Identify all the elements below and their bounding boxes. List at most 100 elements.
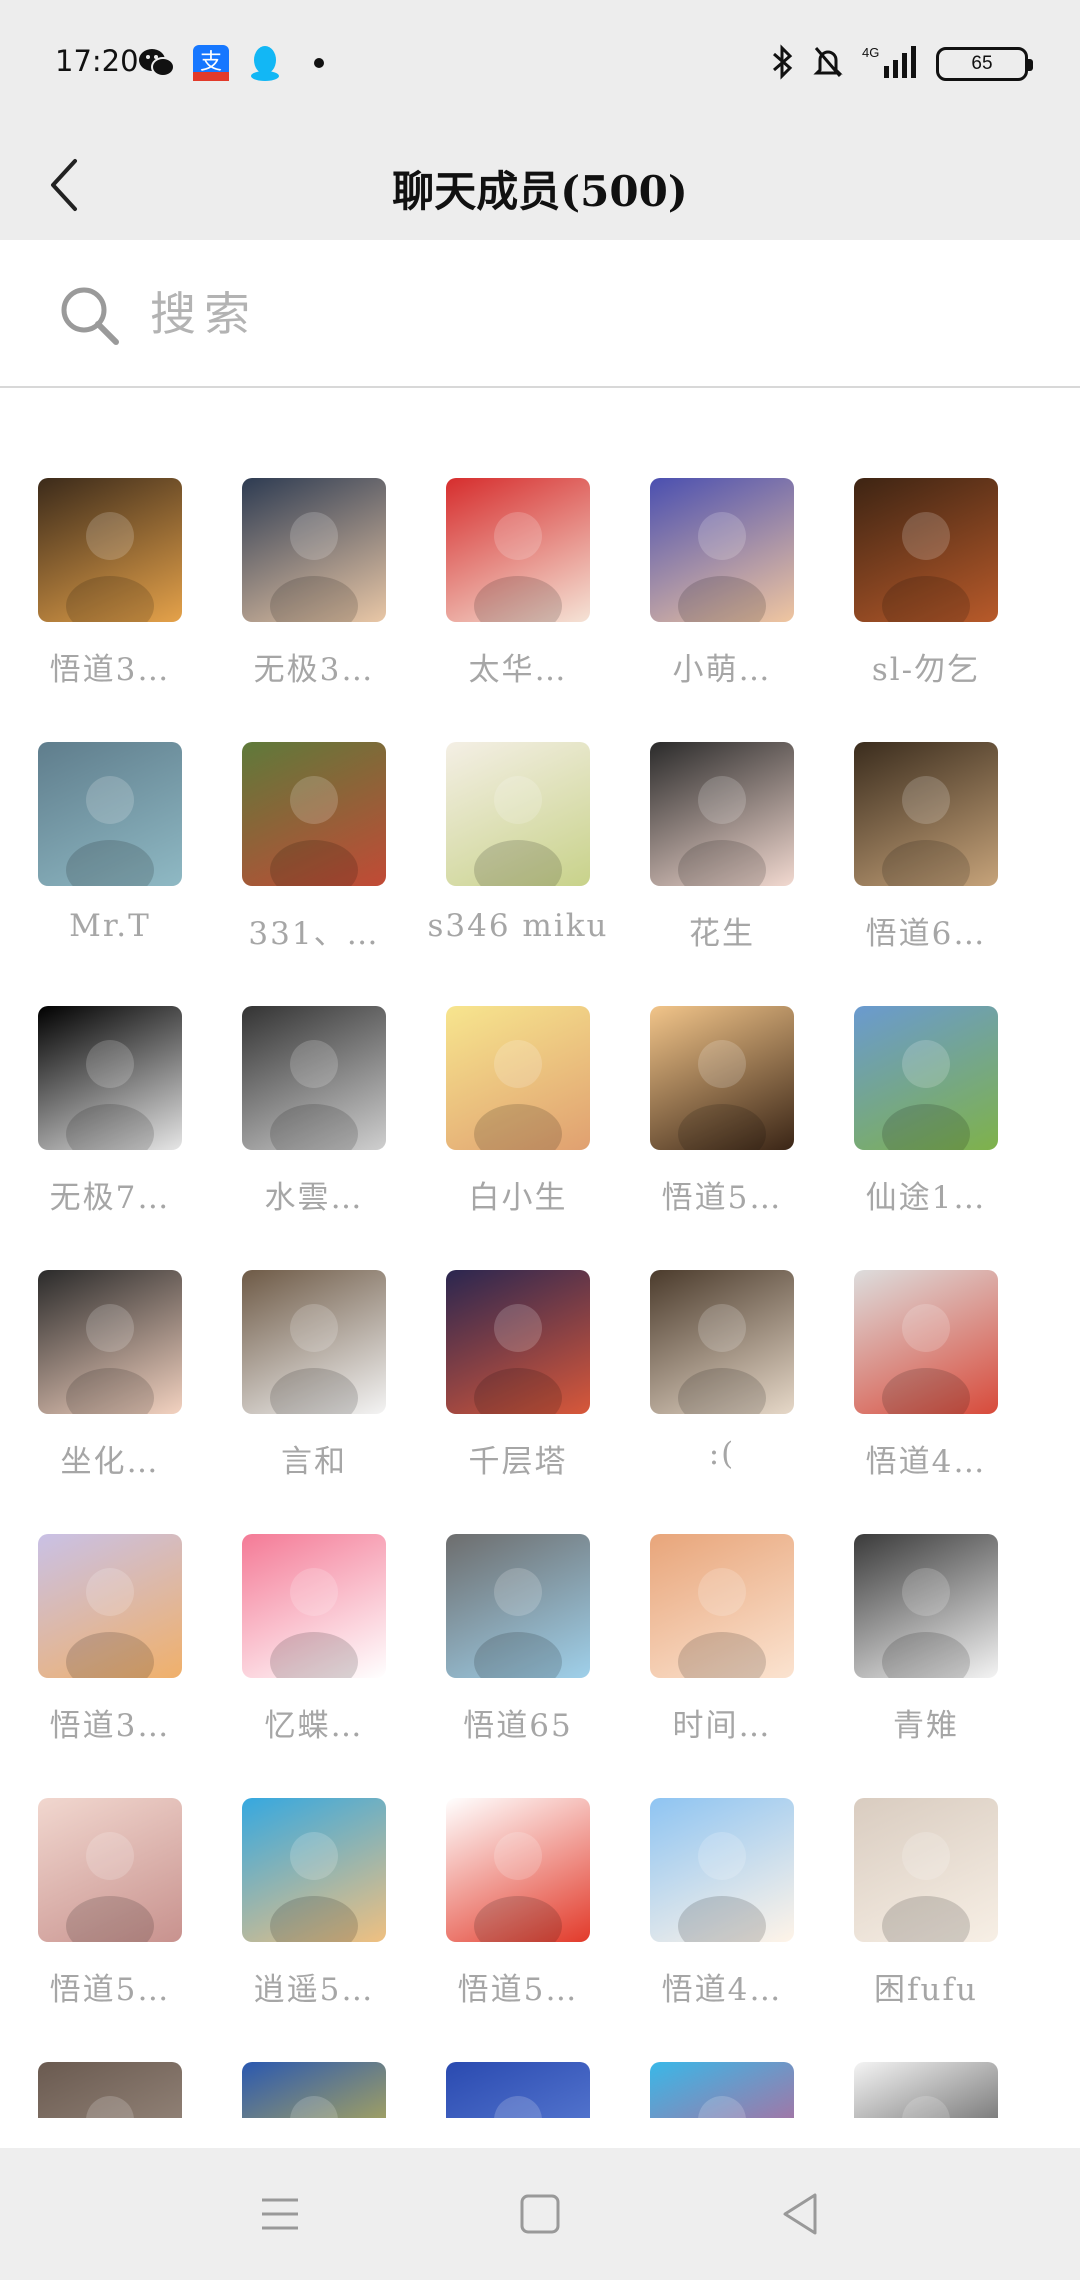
member-name: 悟道5… bbox=[661, 1180, 783, 1216]
member-item[interactable]: 太华… bbox=[408, 478, 598, 688]
member-avatar bbox=[854, 1006, 998, 1150]
member-item[interactable] bbox=[816, 2062, 1006, 2118]
member-avatar bbox=[242, 1798, 386, 1942]
member-avatar bbox=[38, 1270, 182, 1414]
member-avatar bbox=[650, 1270, 794, 1414]
wechat-icon bbox=[138, 44, 176, 82]
member-item[interactable]: 悟道5… bbox=[0, 1798, 190, 2008]
member-item[interactable]: 悟道5… bbox=[408, 1798, 598, 2008]
member-item[interactable]: :( bbox=[612, 1270, 802, 1472]
member-name: 悟道65 bbox=[463, 1708, 573, 1744]
member-item[interactable]: 无极3… bbox=[204, 478, 394, 688]
system-back-button[interactable] bbox=[760, 2174, 840, 2254]
member-item[interactable]: 悟道4… bbox=[612, 1798, 802, 2008]
member-item[interactable]: 青雉 bbox=[816, 1534, 1006, 1744]
member-item[interactable]: sl-勿乞 bbox=[816, 478, 1006, 688]
status-time: 17:20 bbox=[55, 44, 139, 78]
member-item[interactable]: 悟道6… bbox=[816, 742, 1006, 952]
member-avatar bbox=[242, 742, 386, 886]
member-item[interactable] bbox=[204, 2062, 394, 2118]
member-item[interactable]: 千层塔 bbox=[408, 1270, 598, 1480]
bluetooth-icon bbox=[770, 44, 796, 84]
member-avatar bbox=[650, 742, 794, 886]
member-avatar bbox=[446, 1798, 590, 1942]
member-avatar bbox=[38, 1006, 182, 1150]
member-avatar bbox=[446, 742, 590, 886]
member-name: 悟道3… bbox=[49, 652, 171, 688]
qq-icon bbox=[246, 44, 284, 82]
member-item[interactable]: Mr.T bbox=[0, 742, 190, 944]
member-avatar bbox=[854, 1270, 998, 1414]
member-name: 悟道4… bbox=[661, 1972, 783, 2008]
member-name: 白小生 bbox=[468, 1180, 568, 1216]
member-item[interactable]: 小萌… bbox=[612, 478, 802, 688]
member-avatar bbox=[38, 478, 182, 622]
menu-icon bbox=[262, 2198, 298, 2230]
home-button[interactable] bbox=[500, 2174, 580, 2254]
member-item[interactable]: 逍遥5… bbox=[204, 1798, 394, 2008]
member-avatar bbox=[446, 1006, 590, 1150]
member-name: s346 miku bbox=[427, 908, 609, 944]
member-item[interactable]: 仙途1… bbox=[816, 1006, 1006, 1216]
member-avatar bbox=[854, 478, 998, 622]
member-item[interactable] bbox=[612, 2062, 802, 2118]
member-item[interactable]: 花生 bbox=[612, 742, 802, 952]
menu-button[interactable] bbox=[240, 2174, 320, 2254]
member-name: Mr.T bbox=[69, 908, 151, 944]
member-avatar bbox=[854, 1534, 998, 1678]
member-name: 仙途1… bbox=[865, 1180, 987, 1216]
search-input[interactable] bbox=[150, 274, 1030, 354]
member-name: 忆蝶… bbox=[264, 1708, 364, 1744]
member-avatar bbox=[242, 2062, 386, 2118]
search-bar bbox=[0, 240, 1080, 388]
member-avatar bbox=[242, 1270, 386, 1414]
member-name: 坐化… bbox=[60, 1444, 160, 1480]
bell-muted-icon bbox=[812, 44, 844, 84]
member-name: 言和 bbox=[281, 1444, 347, 1480]
member-avatar bbox=[242, 1006, 386, 1150]
member-name: 花生 bbox=[689, 916, 755, 952]
member-avatar bbox=[650, 2062, 794, 2118]
member-avatar bbox=[38, 1534, 182, 1678]
member-item[interactable]: 悟道5… bbox=[612, 1006, 802, 1216]
member-avatar bbox=[446, 1270, 590, 1414]
member-name: 水雲… bbox=[264, 1180, 364, 1216]
member-item[interactable]: 忆蝶… bbox=[204, 1534, 394, 1744]
member-item[interactable]: 水雲… bbox=[204, 1006, 394, 1216]
member-item[interactable]: s346 miku bbox=[408, 742, 607, 944]
member-item[interactable]: 困fufu bbox=[816, 1798, 1006, 2008]
member-name: 无极3… bbox=[253, 652, 375, 688]
member-item[interactable]: 坐化… bbox=[0, 1270, 190, 1480]
member-item[interactable]: 331、… bbox=[204, 742, 394, 952]
home-icon bbox=[520, 2194, 560, 2234]
member-name: 331、… bbox=[248, 916, 380, 952]
member-item[interactable] bbox=[0, 2062, 190, 2118]
member-name: 太华… bbox=[468, 652, 568, 688]
member-item[interactable] bbox=[408, 2062, 598, 2118]
member-item[interactable]: 悟道3… bbox=[0, 1534, 190, 1744]
member-item[interactable]: 悟道4… bbox=[816, 1270, 1006, 1480]
member-avatar bbox=[242, 478, 386, 622]
member-item[interactable]: 言和 bbox=[204, 1270, 394, 1480]
member-grid: 悟道3… 无极3… 太华… 小萌… sl-勿乞 Mr.T 331、… s346 miku 花生悟… bbox=[0, 388, 1080, 2118]
dot-icon bbox=[300, 44, 338, 82]
member-item[interactable]: 白小生 bbox=[408, 1006, 598, 1216]
header: 聊天成员(500) bbox=[0, 130, 1080, 240]
member-avatar bbox=[242, 1534, 386, 1678]
member-item[interactable]: 悟道65 bbox=[408, 1534, 598, 1744]
member-item[interactable]: 无极7… bbox=[0, 1006, 190, 1216]
member-name: 逍遥5… bbox=[253, 1972, 375, 2008]
member-name: 困fufu bbox=[874, 1972, 978, 2008]
battery-indicator: 65 bbox=[936, 47, 1033, 81]
status-bar: 17:20 支 4G 65 bbox=[0, 0, 1080, 130]
member-avatar bbox=[854, 1798, 998, 1942]
member-avatar bbox=[446, 478, 590, 622]
member-name: 无极7… bbox=[49, 1180, 171, 1216]
member-item[interactable]: 悟道3… bbox=[0, 478, 190, 688]
member-item[interactable]: 时间… bbox=[612, 1534, 802, 1744]
member-avatar bbox=[854, 2062, 998, 2118]
search-icon bbox=[61, 287, 119, 345]
member-avatar bbox=[38, 2062, 182, 2118]
member-name: 悟道6… bbox=[865, 916, 987, 952]
member-name: 悟道5… bbox=[49, 1972, 171, 2008]
